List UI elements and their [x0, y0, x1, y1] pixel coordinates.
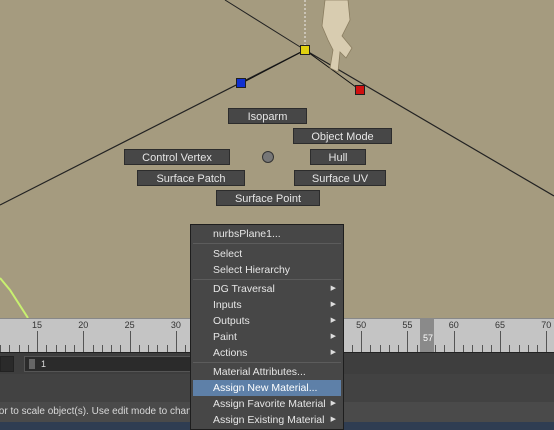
- menu-item-assign-favorite-material[interactable]: Assign Favorite Material ▶: [193, 396, 341, 412]
- menu-item-label: Assign New Material...: [213, 382, 318, 394]
- range-start-value: 1: [41, 359, 47, 369]
- submenu-arrow-icon: ▶: [330, 400, 336, 407]
- menu-separator: [193, 362, 341, 363]
- menu-item-label: Outputs: [213, 315, 250, 327]
- z-axis-manipulator-handle[interactable]: [236, 78, 246, 88]
- timeline-tick-label: 65: [495, 320, 506, 330]
- menu-item-select[interactable]: Select: [193, 246, 341, 262]
- submenu-arrow-icon: ▶: [330, 349, 336, 356]
- menu-item-label: DG Traversal: [213, 283, 275, 295]
- submenu-arrow-icon: ▶: [330, 416, 336, 423]
- menu-item-object-name[interactable]: nurbsPlane1...: [193, 226, 341, 242]
- menu-item-label: Material Attributes...: [213, 366, 306, 378]
- menu-item-label: Assign Existing Material: [213, 414, 325, 426]
- timeline-tick-label: 50: [356, 320, 367, 330]
- marking-menu-surface-patch[interactable]: Surface Patch: [137, 170, 245, 186]
- menu-item-label: Assign Favorite Material: [213, 398, 326, 410]
- object-context-menu: nurbsPlane1... Select Select Hierarchy DG …: [190, 224, 344, 430]
- menu-item-paint[interactable]: Paint ▶: [193, 329, 341, 345]
- submenu-arrow-icon: ▶: [330, 333, 336, 340]
- menu-item-label: Select: [213, 248, 243, 260]
- menu-item-dg-traversal[interactable]: DG Traversal ▶: [193, 281, 341, 297]
- marking-menu-hull[interactable]: Hull: [310, 149, 366, 165]
- marking-menu-control-vertex[interactable]: Control Vertex: [124, 149, 230, 165]
- timeline-tick-label: 15: [32, 320, 43, 330]
- menu-item-outputs[interactable]: Outputs ▶: [193, 313, 341, 329]
- menu-separator: [193, 279, 341, 280]
- menu-item-inputs[interactable]: Inputs ▶: [193, 297, 341, 313]
- menu-item-select-hierarchy[interactable]: Select Hierarchy: [193, 262, 341, 278]
- menu-item-actions[interactable]: Actions ▶: [193, 345, 341, 361]
- marking-menu-surface-point[interactable]: Surface Point: [216, 190, 320, 206]
- menu-item-material-attributes[interactable]: Material Attributes...: [193, 364, 341, 380]
- timeline-tick-label: 30: [170, 320, 181, 330]
- marking-menu-object-mode[interactable]: Object Mode: [293, 128, 392, 144]
- timeline-tick-label: 20: [78, 320, 89, 330]
- menu-item-assign-new-material[interactable]: Assign New Material...: [193, 380, 341, 396]
- x-axis-manipulator-handle[interactable]: [355, 85, 365, 95]
- range-field-indicator-icon: [29, 359, 35, 369]
- timeline-tick-label: 60: [448, 320, 459, 330]
- marking-menu-surface-uv[interactable]: Surface UV: [294, 170, 386, 186]
- marking-menu-isoparm[interactable]: Isoparm: [228, 108, 307, 124]
- menu-item-label: Actions: [213, 347, 248, 359]
- range-start-field[interactable]: 1: [24, 356, 194, 372]
- timeline-tick-label: 55: [402, 320, 413, 330]
- menu-item-label: Inputs: [213, 299, 242, 311]
- timeline-tick-label: 70: [541, 320, 552, 330]
- y-axis-manipulator-handle[interactable]: [300, 45, 310, 55]
- submenu-arrow-icon: ▶: [330, 285, 336, 292]
- marking-menu-center-icon: [262, 151, 274, 163]
- range-start-button[interactable]: [0, 356, 14, 372]
- timeline-tick-label: 25: [124, 320, 135, 330]
- menu-separator: [193, 243, 341, 244]
- current-frame-label: 57: [423, 333, 434, 343]
- menu-item-label: Paint: [213, 331, 237, 343]
- menu-item-assign-existing-material[interactable]: Assign Existing Material ▶: [193, 412, 341, 428]
- submenu-arrow-icon: ▶: [330, 301, 336, 308]
- menu-item-label: Select Hierarchy: [213, 264, 291, 276]
- submenu-arrow-icon: ▶: [330, 317, 336, 324]
